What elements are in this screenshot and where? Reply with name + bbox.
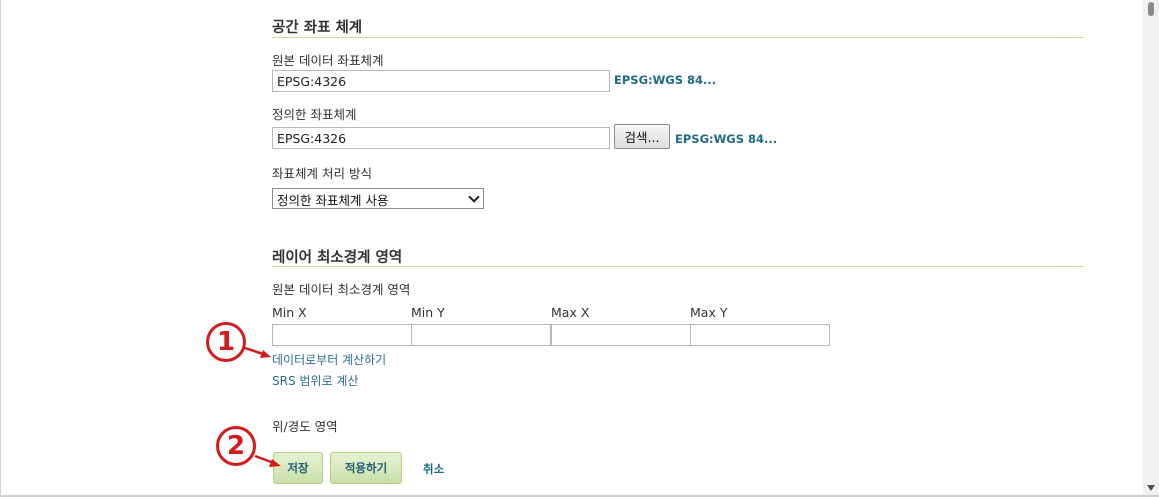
scrollbar-thumb[interactable] — [1148, 2, 1154, 16]
annotation-arrows — [244, 346, 281, 467]
annotation-marker-one: 1 — [206, 322, 246, 362]
vertical-scrollbar[interactable] — [1143, 0, 1159, 497]
arrow-head-one — [260, 350, 271, 358]
annotation-marker-two: 2 — [216, 426, 256, 466]
arrow-head-two — [269, 459, 281, 467]
scroll-down-arrow-icon[interactable] — [1147, 485, 1155, 491]
